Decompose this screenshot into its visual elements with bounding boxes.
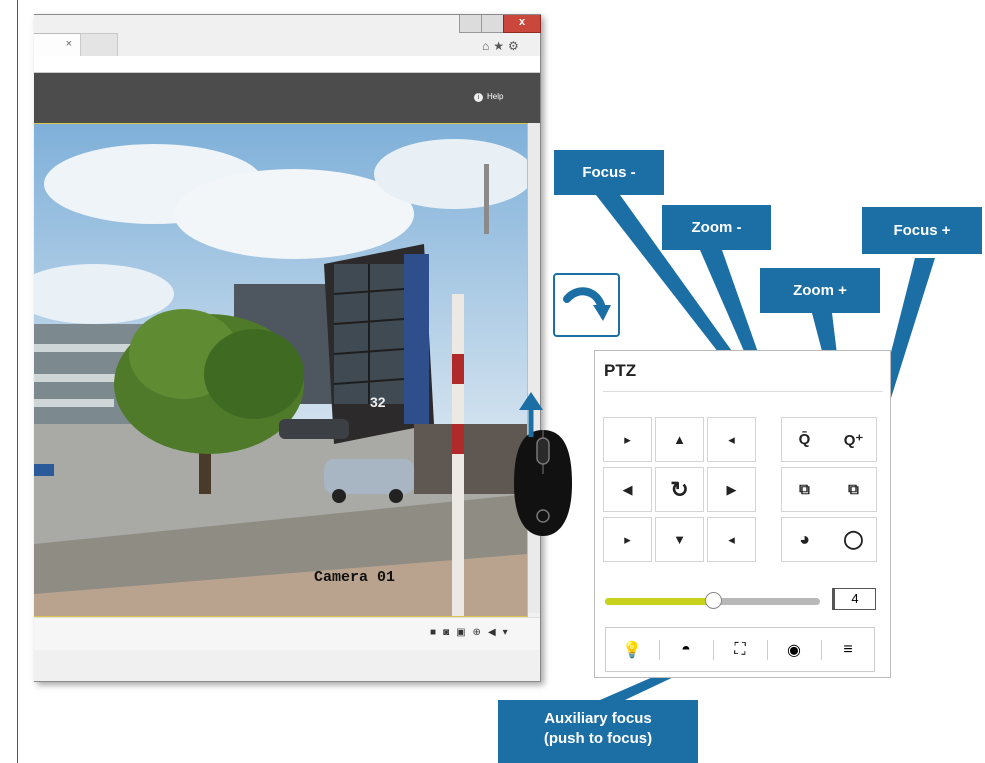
speed-slider-handle[interactable] bbox=[704, 592, 722, 609]
tilt-up-button[interactable]: ▲ bbox=[655, 417, 704, 462]
focus-plus-button[interactable]: ⧉ bbox=[830, 467, 877, 512]
focus-minus-icon: ⧉ bbox=[799, 481, 810, 498]
light-button[interactable]: 💡 bbox=[608, 628, 656, 672]
ptz-speed-slider[interactable] bbox=[605, 592, 820, 609]
iris-close-button[interactable]: ◯ bbox=[830, 517, 877, 562]
focus-plus-callout: Focus + bbox=[862, 207, 982, 254]
wiper-button[interactable]: ◓ bbox=[662, 628, 710, 672]
focus-plus-icon: ⧉ bbox=[848, 481, 859, 498]
menu-icon: ≡ bbox=[843, 641, 853, 658]
pan-up-right-button[interactable]: ◂ bbox=[707, 417, 756, 462]
auxiliary-focus-icon: ⛶ bbox=[734, 641, 746, 658]
lens-init-icon: ◉ bbox=[787, 642, 801, 659]
zoom-out-icon: Q̄ bbox=[798, 431, 811, 448]
speed-value-field[interactable]: 4 bbox=[832, 588, 876, 610]
lens-init-button[interactable]: ◉ bbox=[770, 628, 818, 672]
auxiliary-focus-button[interactable]: ⛶ bbox=[716, 628, 764, 672]
pan-right-button[interactable]: ▶ bbox=[707, 467, 756, 512]
zoom-out-button[interactable]: Q̄ bbox=[781, 417, 828, 462]
focus-minus-callout: Focus - bbox=[554, 150, 664, 195]
speed-slider-fill bbox=[605, 598, 713, 605]
zoom-plus-callout: Zoom + bbox=[760, 268, 880, 313]
pan-left-button[interactable]: ◀ bbox=[603, 467, 652, 512]
iris-close-icon: ◯ bbox=[843, 529, 864, 549]
mouse-icon bbox=[512, 424, 574, 543]
light-bulb-icon: 💡 bbox=[622, 642, 642, 659]
aux-focus-line1: Auxiliary focus bbox=[544, 710, 652, 727]
ptz-panel: PTZ ▸ ▲ ◂ ◀ ↻ ▶ ▸ ▼ ◂ Q̄ Q⁺ ⧉ ⧉ ◕ ◯ 4 💡 … bbox=[594, 350, 891, 678]
focus-minus-button[interactable]: ⧉ bbox=[781, 467, 828, 512]
pan-up-left-button[interactable]: ▸ bbox=[603, 417, 652, 462]
rotate-arrow-icon bbox=[553, 273, 620, 337]
wiper-icon: ◓ bbox=[681, 641, 691, 658]
separator bbox=[713, 640, 714, 660]
zoom-minus-callout: Zoom - bbox=[662, 205, 771, 250]
pan-down-right-button[interactable]: ◂ bbox=[707, 517, 756, 562]
auto-pan-button[interactable]: ↻ bbox=[655, 467, 704, 512]
separator bbox=[767, 640, 768, 660]
pan-down-left-button[interactable]: ▸ bbox=[603, 517, 652, 562]
separator bbox=[821, 640, 822, 660]
ptz-title: PTZ bbox=[604, 361, 637, 380]
ptz-divider bbox=[603, 391, 883, 392]
more-menu-button[interactable]: ≡ bbox=[824, 628, 872, 672]
aux-focus-line2: (push to focus) bbox=[543, 730, 653, 747]
auxiliary-focus-callout: Auxiliary focus (push to focus) bbox=[498, 700, 698, 763]
zoom-in-button[interactable]: Q⁺ bbox=[830, 417, 877, 462]
separator bbox=[659, 640, 660, 660]
tilt-down-button[interactable]: ▼ bbox=[655, 517, 704, 562]
ptz-extra-controls: 💡 ◓ ⛶ ◉ ≡ bbox=[605, 627, 875, 672]
zoom-in-icon: Q⁺ bbox=[843, 431, 864, 449]
iris-open-button[interactable]: ◕ bbox=[781, 517, 828, 562]
iris-open-icon: ◕ bbox=[799, 529, 810, 549]
